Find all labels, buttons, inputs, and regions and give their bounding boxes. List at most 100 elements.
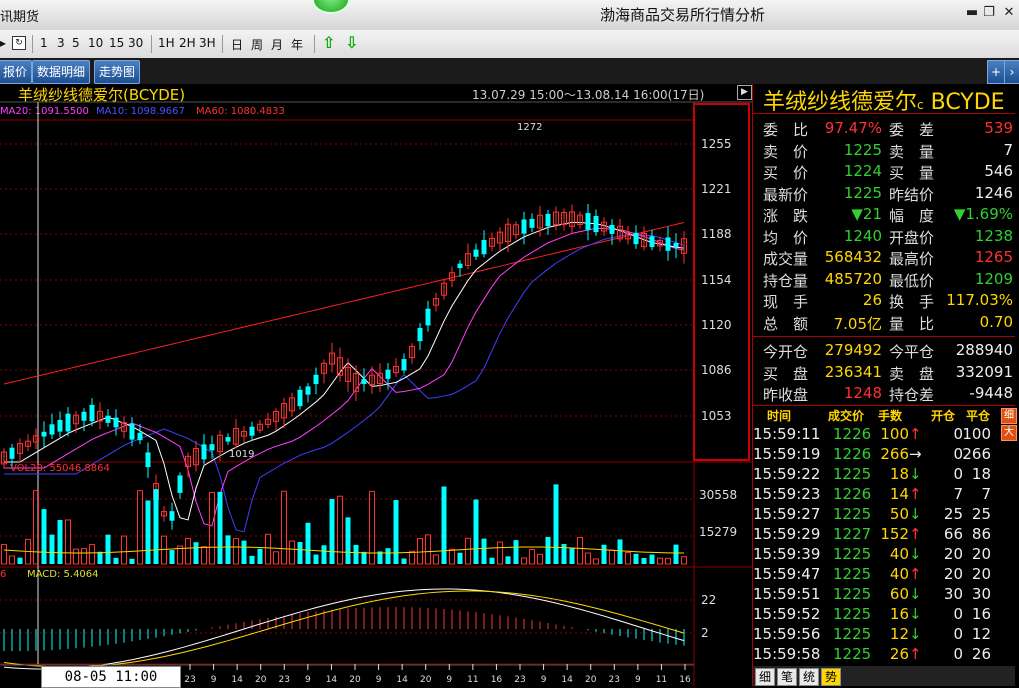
period-3m[interactable]: 3	[57, 36, 65, 50]
position-value: 332091	[955, 362, 1013, 381]
tick-close: 100	[962, 425, 991, 443]
play-icon[interactable]: ▸	[0, 36, 6, 50]
volume-bar	[625, 552, 631, 565]
tab-trend-mini[interactable]: 势	[821, 668, 841, 686]
price-label: 1053	[701, 409, 732, 423]
volume-bar	[137, 490, 143, 565]
arrow-up-icon[interactable]: ⇧	[322, 33, 335, 52]
tab-quote[interactable]: 报价	[0, 60, 33, 84]
period-30m[interactable]: 30	[128, 36, 143, 50]
refresh-icon[interactable]: ↻	[12, 36, 26, 50]
tick-close: 86	[971, 525, 991, 543]
position-label: 昨收盘	[763, 386, 809, 404]
position-label: 今开仓	[763, 343, 809, 361]
tick-row: 15:59:51 1225 60 ↓ 30 30	[753, 585, 1015, 605]
macd-dea-line	[3, 590, 685, 668]
x-tick-label: 11	[467, 675, 478, 685]
period-5m[interactable]: 5	[72, 36, 80, 50]
position-value: 236341	[824, 362, 882, 381]
volume-bar	[649, 554, 655, 564]
quote-label: 量 比	[889, 314, 935, 333]
candle-body	[673, 243, 679, 248]
x-tick-label: 9	[635, 675, 641, 685]
tab-trades[interactable]: 笔	[777, 668, 797, 686]
period-10m[interactable]: 10	[88, 36, 103, 50]
x-tick-label: 20	[420, 675, 432, 685]
period-year[interactable]: 年	[291, 36, 303, 53]
position-value: 288940	[955, 341, 1013, 359]
x-tick-label: 9	[305, 675, 311, 685]
tab-scroll-right[interactable]: ›	[1004, 60, 1019, 84]
close-icon[interactable]: ✕	[1002, 6, 1016, 20]
quote-row: 均 价 1240 开盘价 1238	[753, 227, 1015, 248]
period-3h[interactable]: 3H	[199, 36, 216, 50]
col-open: 开仓	[931, 409, 956, 423]
tick-close: 7	[981, 485, 991, 503]
quote-label: 昨结价	[889, 185, 935, 204]
tick-volume: 266	[880, 445, 909, 463]
tab-data-detail[interactable]: 数据明细	[32, 60, 91, 84]
tick-open: 0	[953, 465, 963, 483]
volume-bar	[193, 542, 199, 564]
volume-bar	[353, 544, 359, 564]
tick-time: 15:59:47	[753, 565, 821, 583]
tick-time: 15:59:56	[753, 625, 821, 643]
kline-chart[interactable]: 23 9 14 20 23 9 14 20 9 14 20 9 11 16 23 9 14 20 23 9 11 16	[0, 84, 752, 686]
x-tick-label: 14	[396, 675, 408, 685]
period-month[interactable]: 月	[271, 36, 283, 53]
candle-body	[297, 389, 303, 407]
candle-body	[129, 423, 135, 440]
candle-body	[49, 424, 55, 435]
volume-bar	[105, 534, 111, 564]
tick-row: 15:59:22 1225 18 ↓ 0 18	[753, 465, 1015, 485]
tick-open: 7	[953, 485, 963, 503]
quote-label: 最低价	[889, 271, 935, 290]
volume-bar	[441, 486, 447, 564]
period-week[interactable]: 周	[251, 36, 263, 53]
tick-row: 15:59:52 1225 16 ↓ 0 16	[753, 605, 1015, 625]
volume-bar	[385, 548, 391, 564]
macd-prefix: 6	[0, 569, 7, 580]
panel-bottom-tabs: 细 笔 统 势	[753, 666, 1015, 686]
add-tab-button[interactable]: +	[987, 60, 1005, 84]
title-bar: 讯期货 渤海商品交易所行情分析 ▬ ❐ ✕	[0, 0, 1019, 31]
tick-time: 15:59:22	[753, 465, 821, 483]
volume-bar	[57, 520, 63, 564]
tick-close: 20	[971, 565, 991, 583]
period-1m[interactable]: 1	[40, 36, 48, 50]
x-tick-label: 14	[561, 675, 573, 685]
tick-open: 20	[943, 565, 963, 583]
period-15m[interactable]: 15	[109, 36, 124, 50]
quote-value: 1238	[974, 226, 1013, 245]
tab-detail[interactable]: 细	[755, 668, 775, 686]
arrow-down-icon[interactable]: ⇩	[345, 33, 358, 52]
candle-body	[137, 432, 143, 441]
high-label: 1272	[517, 122, 543, 133]
period-day[interactable]: 日	[231, 36, 243, 53]
restore-icon[interactable]: ❐	[982, 6, 996, 20]
tick-volume: 14	[889, 485, 909, 503]
x-tick-label: 23	[514, 675, 525, 685]
volume-bar	[521, 557, 527, 565]
period-2h[interactable]: 2H	[179, 36, 196, 50]
price-label: 1154	[701, 273, 732, 287]
tag-detail-icon[interactable]: 细	[1001, 408, 1017, 424]
price-label: 1120	[701, 318, 732, 332]
quote-value: 485720	[824, 269, 882, 288]
candle-body	[665, 237, 671, 251]
quote-label: 最高价	[889, 250, 935, 268]
tick-row: 15:59:27 1225 50 ↓ 25 25	[753, 505, 1015, 525]
macd-label: 2	[701, 626, 709, 640]
tick-row: 15:59:58 1225 26 ↑ 0 26	[753, 645, 1015, 665]
tab-trend[interactable]: 走势图	[94, 60, 141, 84]
tick-close: 12	[971, 625, 991, 643]
position-row: 昨收盘 1248 持仓差 -9448	[753, 384, 1015, 405]
volume-bar	[657, 557, 663, 565]
minimize-icon[interactable]: ▬	[965, 6, 979, 20]
tab-stats[interactable]: 统	[799, 668, 819, 686]
quote-label: 持仓量	[763, 271, 809, 290]
x-tick-label: 23	[184, 675, 195, 685]
tick-price: 1225	[833, 465, 872, 483]
quote-row: 成交量 568432 最高价 1265	[753, 248, 1015, 269]
period-1h[interactable]: 1H	[158, 36, 175, 50]
